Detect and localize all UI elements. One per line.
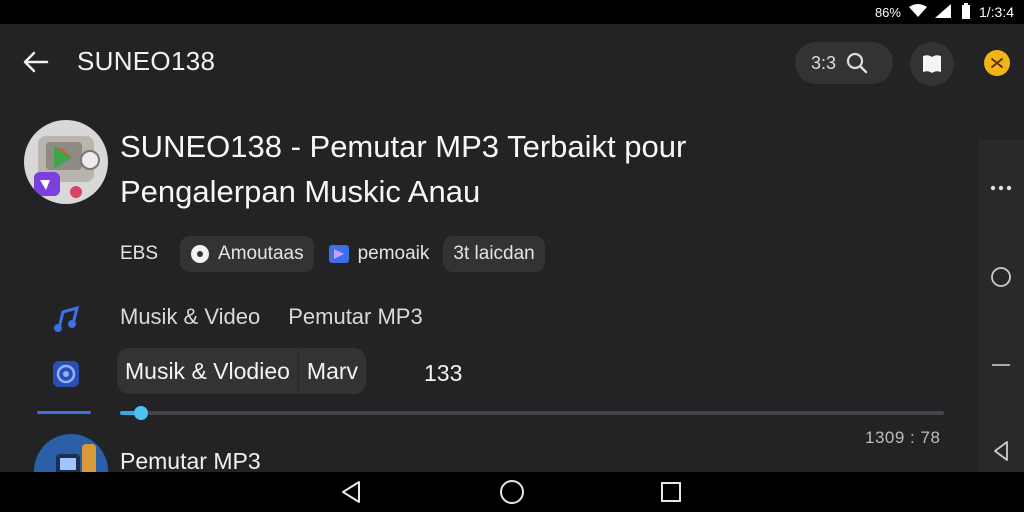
rail-back-button[interactable] [978,431,1024,471]
list-item-time: 1309 : 78 [865,428,941,447]
triangle-left-icon [994,441,1008,461]
back-button[interactable] [18,44,54,80]
search-button[interactable]: 3:3 [795,42,893,84]
side-rail [978,140,1024,472]
category-row: Musik & Video Pemutar MP3 [120,304,423,330]
chip-laicdan[interactable]: 3t laicdan [443,236,545,272]
app-icon [24,120,108,204]
page-title: SUNEO138 [77,46,216,76]
profile-icon [991,58,1003,68]
nav-back-icon [342,481,360,503]
at-sign-icon [48,356,84,392]
tab-indicator [37,411,91,414]
playback-progress[interactable] [120,406,944,420]
chip-amoutaas[interactable]: Amoutaas [180,236,314,272]
wifi-icon [908,3,927,21]
nav-home-icon [500,480,524,504]
category-mp3-player[interactable]: Pemutar MP3 [288,304,423,330]
chip-row: EBS Amoutaas pemoaik 3t laicdan [120,236,545,272]
cell-signal-icon [934,3,953,21]
battery-icon [961,2,971,22]
book-icon [923,55,941,73]
music-note-icon [48,302,84,338]
profile-button[interactable] [984,50,1010,76]
nav-home-button[interactable] [497,478,527,506]
chip-pemoaik[interactable]: pemoaik [326,236,432,272]
search-icon [846,52,868,74]
rail-home-button[interactable] [978,257,1024,297]
nav-back-button[interactable] [336,478,366,506]
clock: 1/:3:4 [978,4,1014,20]
search-count: 3:3 [811,52,837,73]
category-music-video[interactable]: Musik & Video [120,304,260,330]
chip-label: pemoaik [357,243,430,264]
more-dots-icon [990,185,1012,191]
app-headline: SUNEO138 - Pemutar MP3 Terbaikt pour Pen… [120,129,687,209]
segment-marv[interactable]: Marv [299,348,366,394]
status-icons: 86% 1/:3:4 [875,2,1014,22]
arrow-left-icon [23,51,49,73]
chip-label: 3t laicdan [453,243,535,264]
progress-thumb[interactable] [134,406,148,420]
status-bar: 86% 1/:3:4 [0,0,1024,24]
segmented-filter: Musik & Vlodieo Marv [117,348,367,394]
list-item-title[interactable]: Pemutar MP3 [120,448,261,472]
segment-music-video[interactable]: Musik & Vlodieo [117,348,298,394]
chip-lead-text: EBS [120,243,159,264]
circle-icon [991,267,1011,287]
system-nav-bar [0,472,1024,512]
list-item-icon [34,434,108,472]
nav-recents-icon [661,482,681,502]
minus-icon [992,364,1010,366]
segment-count: 133 [424,360,463,386]
rail-minimize-button[interactable] [978,345,1024,385]
disc-icon [191,245,210,263]
video-icon [328,245,349,263]
top-app-bar: SUNEO138 3:3 [0,24,1024,100]
library-button[interactable] [910,42,954,86]
chip-label: Amoutaas [218,243,304,264]
signal-text: 86% [874,4,901,20]
more-options-button[interactable] [978,168,1024,208]
app-screen: SUNEO138 3:3 SUNEO138 - Pemutar MP3 Terb… [0,24,1024,472]
nav-recents-button[interactable] [656,478,686,506]
